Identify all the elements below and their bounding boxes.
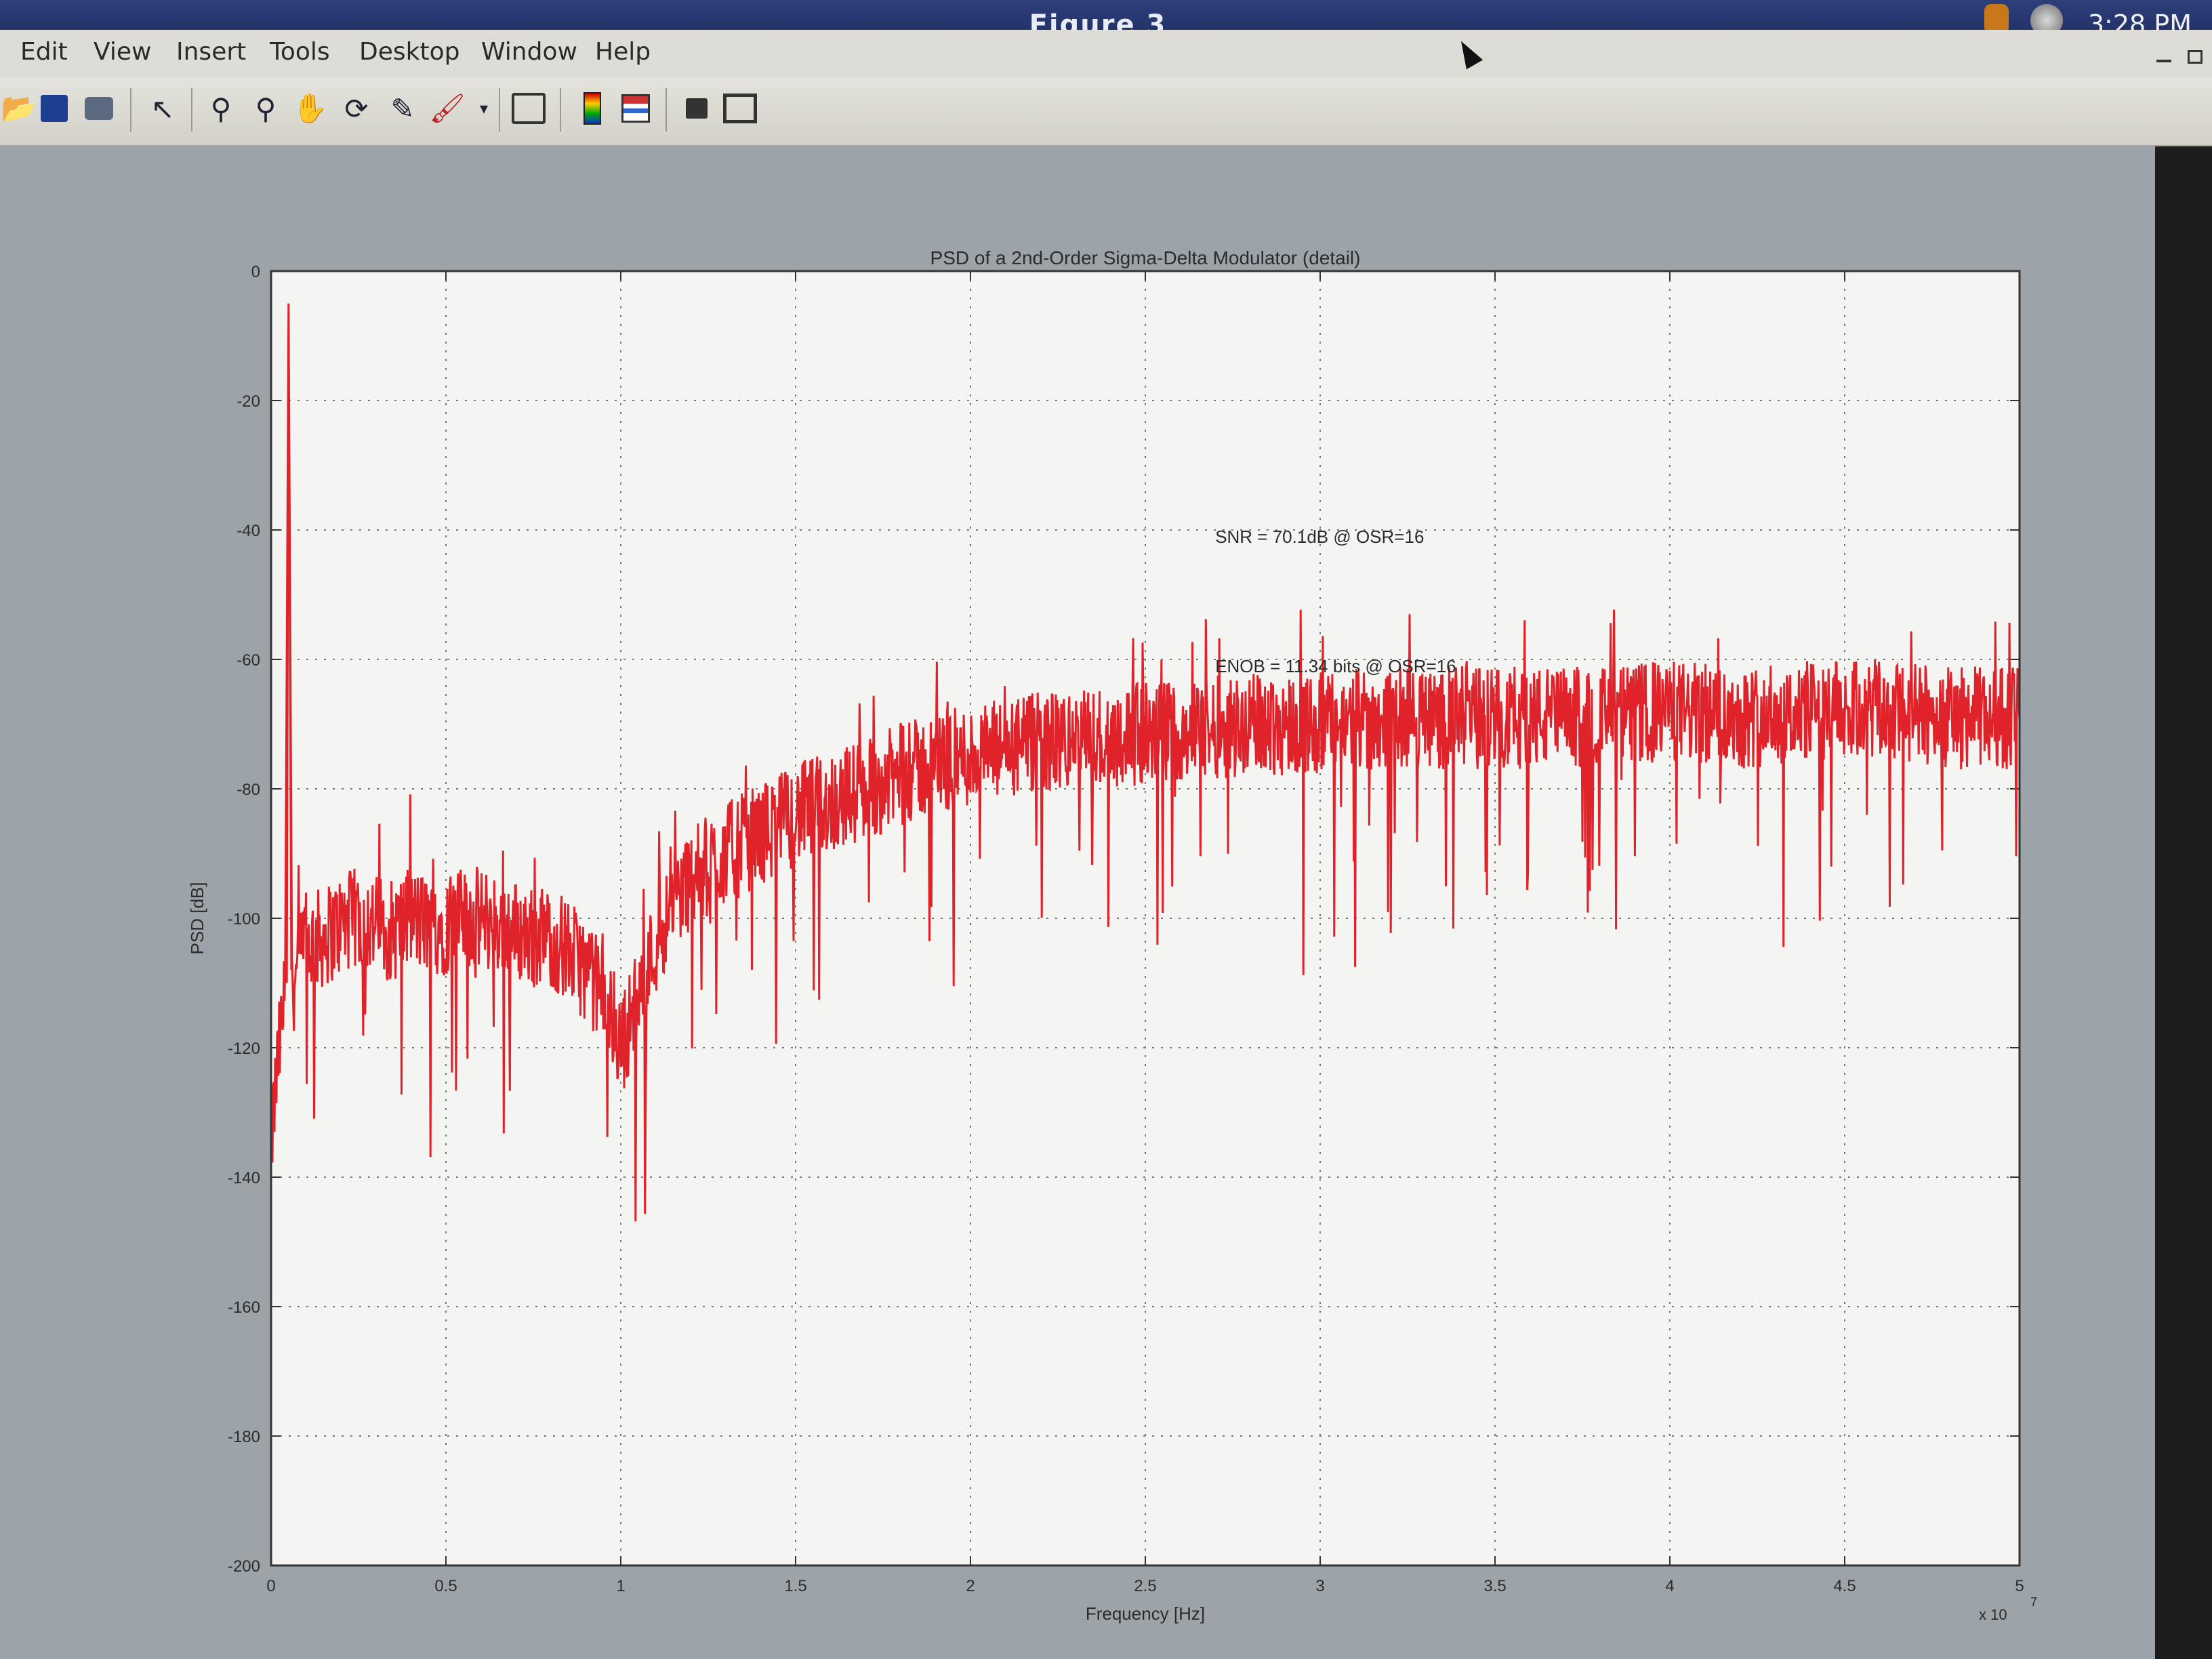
x-axis-exponent-power: 7 bbox=[2030, 1595, 2037, 1609]
psd-plot[interactable]: 0 0.5 1 1.5 2 2.5 3 3.5 4 4.5 5 0 -20 -40 -60 -80 -100 -1… bbox=[0, 0, 2212, 1659]
x-tick-label: 2 bbox=[966, 1577, 975, 1595]
x-tick-label: 0.5 bbox=[434, 1577, 457, 1595]
y-tick-label: -40 bbox=[237, 522, 260, 540]
y-axis-label: PSD [dB] bbox=[187, 882, 207, 955]
x-axis-label: Frequency [Hz] bbox=[1086, 1603, 1205, 1624]
x-tick-label: 1.5 bbox=[784, 1577, 806, 1595]
y-tick-label: -180 bbox=[228, 1428, 260, 1446]
annotation-text: ENOB = 11.34 bits @ OSR=16 bbox=[1215, 656, 1456, 676]
annotation-text: SNR = 70.1dB @ OSR=16 bbox=[1215, 527, 1424, 547]
x-tick-label: 0 bbox=[266, 1577, 275, 1595]
x-axis-exponent: x 10 bbox=[1979, 1606, 2007, 1623]
x-tick-label: 3 bbox=[1315, 1577, 1324, 1595]
y-tick-label: -200 bbox=[228, 1557, 260, 1576]
y-tick-label: -100 bbox=[228, 910, 260, 928]
x-tick-label: 2.5 bbox=[1134, 1577, 1156, 1595]
y-tick-label: -20 bbox=[237, 392, 260, 411]
y-tick-label: -80 bbox=[237, 781, 260, 799]
x-tick-label: 4 bbox=[1665, 1577, 1674, 1595]
x-tick-label: 3.5 bbox=[1483, 1577, 1506, 1595]
y-tick-label: -160 bbox=[228, 1298, 260, 1317]
x-tick-label: 4.5 bbox=[1833, 1577, 1856, 1595]
plot-title: PSD of a 2nd-Order Sigma-Delta Modulator… bbox=[930, 247, 1361, 268]
y-tick-label: -60 bbox=[237, 651, 260, 670]
y-tick-label: -120 bbox=[228, 1040, 260, 1058]
y-tick-label: -140 bbox=[228, 1169, 260, 1187]
x-tick-label: 1 bbox=[616, 1577, 625, 1595]
y-tick-label: 0 bbox=[251, 263, 260, 281]
x-tick-label: 5 bbox=[2015, 1577, 2024, 1595]
